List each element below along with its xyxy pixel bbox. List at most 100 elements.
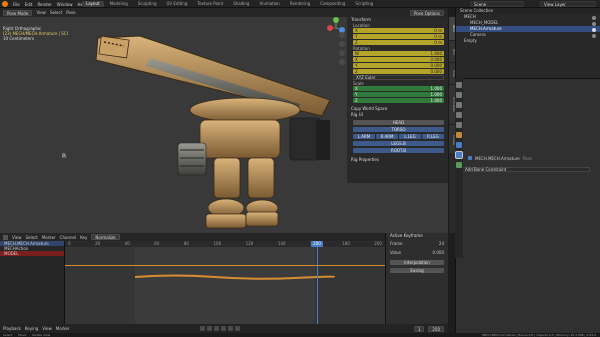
timeline-view-menu[interactable]: View xyxy=(12,235,22,240)
rig-torso-button[interactable]: TORSO xyxy=(353,127,444,132)
editor-type-icon[interactable] xyxy=(3,234,8,240)
pose-options-button[interactable]: Pose Options xyxy=(410,9,444,16)
tab-texture-paint[interactable]: Texture Paint xyxy=(193,1,227,7)
rotation-mode-dropdown[interactable]: XYZ Euler xyxy=(353,75,444,80)
main-menu: File Edit Render Window Help xyxy=(2,1,87,7)
keyframe-value-row[interactable]: Value 0.000 xyxy=(386,248,448,257)
scale-z-field[interactable]: Z 1.000 xyxy=(353,98,444,103)
tab-compositing[interactable]: Compositing xyxy=(316,1,349,7)
playback-menu[interactable]: Playback xyxy=(3,326,21,331)
tab-uv-editing[interactable]: UV Editing xyxy=(163,1,192,7)
view-menu[interactable]: View xyxy=(36,10,46,15)
rotation-y-field[interactable]: Y 0.000 xyxy=(353,63,444,68)
normalize-toggle[interactable]: Normalize xyxy=(91,234,120,240)
play-icon[interactable] xyxy=(221,326,226,331)
location-x-field[interactable]: X0 m xyxy=(353,28,444,33)
menu-file[interactable]: File xyxy=(13,2,20,7)
select-menu[interactable]: Select xyxy=(50,10,62,15)
eye-icon[interactable] xyxy=(592,22,596,26)
channel-list: MECH.MECH.Armature MECHAction MODEL xyxy=(0,241,65,324)
rig-head-button[interactable]: HEAD xyxy=(353,120,444,125)
constraint-tab-icon[interactable] xyxy=(455,151,463,159)
outliner-row[interactable]: Empty xyxy=(456,38,600,44)
location-z-field[interactable]: Z0 m xyxy=(353,40,444,45)
rotation-x-field[interactable]: X 0.000 xyxy=(353,57,444,62)
interpolation-button[interactable]: Interpolation xyxy=(390,260,444,265)
menu-render[interactable]: Render xyxy=(37,2,51,7)
tab-modeling[interactable]: Modeling xyxy=(106,1,132,7)
camera-icon[interactable] xyxy=(339,50,345,56)
status-bar: Select Move Rotate View MECH.MECH.Armatu… xyxy=(0,333,600,337)
scene-selector[interactable]: Scene xyxy=(470,1,524,7)
menu-window[interactable]: Window xyxy=(57,2,73,7)
graph-area[interactable]: 020406080100120140160180200 200 xyxy=(65,241,385,324)
channel-row[interactable]: MODEL xyxy=(0,251,64,256)
frame-range-overlay xyxy=(135,247,315,324)
status-select: Select xyxy=(3,333,13,337)
tab-sculpting[interactable]: Sculpting xyxy=(134,1,161,7)
playhead[interactable] xyxy=(317,241,318,324)
object-tab-icon[interactable] xyxy=(456,132,462,138)
frame-start-field[interactable]: 1 xyxy=(413,325,425,332)
rig-properties-header[interactable]: Rig Properties xyxy=(347,157,448,163)
zoom-icon[interactable] xyxy=(339,32,345,38)
rotation-w-field[interactable]: W 1.000 xyxy=(353,51,444,56)
tab-scripting[interactable]: Scripting xyxy=(351,1,377,7)
status-stats: MECH.MECH.Armature | Bones:1/8 | Objects… xyxy=(481,333,596,337)
pan-hand-icon[interactable] xyxy=(339,41,345,47)
rig-legs-button[interactable]: LEGS.B xyxy=(353,141,444,146)
transport-controls xyxy=(200,326,240,331)
props-path: MECH.MECH.Armature Pose xyxy=(468,155,596,161)
eye-icon[interactable] xyxy=(592,16,596,20)
tab-shading[interactable]: Shading xyxy=(229,1,253,7)
current-frame-badge[interactable]: 200 xyxy=(311,241,323,247)
rig-rleg-button[interactable]: R.LEG xyxy=(422,134,444,139)
grid-icon[interactable] xyxy=(339,59,345,65)
play-reverse-icon[interactable] xyxy=(214,326,219,331)
jump-start-icon[interactable] xyxy=(200,326,205,331)
timeline-channel-menu[interactable]: Channel xyxy=(60,235,76,240)
eye-icon[interactable] xyxy=(592,34,596,38)
menu-edit[interactable]: Edit xyxy=(25,2,33,7)
eye-icon[interactable] xyxy=(592,28,596,32)
render-tab-icon[interactable] xyxy=(456,92,462,98)
properties-tabs xyxy=(455,78,463,258)
prev-key-icon[interactable] xyxy=(207,326,212,331)
cursor-marker: R xyxy=(62,153,67,160)
rotation-z-field[interactable]: Z 0.000 xyxy=(353,69,444,74)
tab-animation[interactable]: Animation xyxy=(255,1,283,7)
keying-menu[interactable]: Keying xyxy=(25,326,38,331)
view-menu-bottom[interactable]: View xyxy=(42,326,52,331)
location-y-field[interactable]: Y0 m xyxy=(353,34,444,39)
keyframe-frame-row[interactable]: Frame 24 xyxy=(386,239,448,248)
marker-menu-bottom[interactable]: Marker xyxy=(56,326,70,331)
scene-tab-icon[interactable] xyxy=(456,112,462,118)
timeline-marker-menu[interactable]: Marker xyxy=(42,235,56,240)
output-tab-icon[interactable] xyxy=(456,102,462,108)
world-tab-icon[interactable] xyxy=(456,122,462,128)
scale-y-field[interactable]: Y 1.000 xyxy=(353,92,444,97)
next-key-icon[interactable] xyxy=(228,326,233,331)
add-constraint-dropdown[interactable]: Add Bone Constraint xyxy=(462,167,590,172)
scale-x-field[interactable]: X 1.000 xyxy=(353,86,444,91)
timeline-select-menu[interactable]: Select xyxy=(26,235,38,240)
mode-dropdown[interactable]: Pose Mode xyxy=(3,9,33,16)
easing-button[interactable]: Easing xyxy=(390,268,444,273)
tab-rendering[interactable]: Rendering xyxy=(286,1,314,7)
rig-root-button[interactable]: ROOT.B xyxy=(353,148,444,153)
frame-end-field[interactable]: 250 xyxy=(428,325,444,332)
data-tab-icon[interactable] xyxy=(456,162,462,168)
workspace-tabs: Layout Modeling Sculpting UV Editing Tex… xyxy=(82,1,377,7)
rig-rarm-button[interactable]: R.ARM xyxy=(376,134,398,139)
app-logo-icon[interactable] xyxy=(2,1,8,7)
jump-end-icon[interactable] xyxy=(235,326,240,331)
tool-tab-icon[interactable] xyxy=(456,82,462,88)
pose-menu[interactable]: Pose xyxy=(66,10,75,15)
status-move: Move xyxy=(18,333,27,337)
bone-tab-icon[interactable] xyxy=(456,142,462,148)
rig-larm-button[interactable]: L.ARM xyxy=(353,134,375,139)
timeline-key-menu[interactable]: Key xyxy=(80,235,87,240)
tab-layout[interactable]: Layout xyxy=(82,1,104,7)
view-layer-selector[interactable]: View Layer xyxy=(540,1,596,7)
rig-lleg-button[interactable]: L.LEG xyxy=(399,134,421,139)
